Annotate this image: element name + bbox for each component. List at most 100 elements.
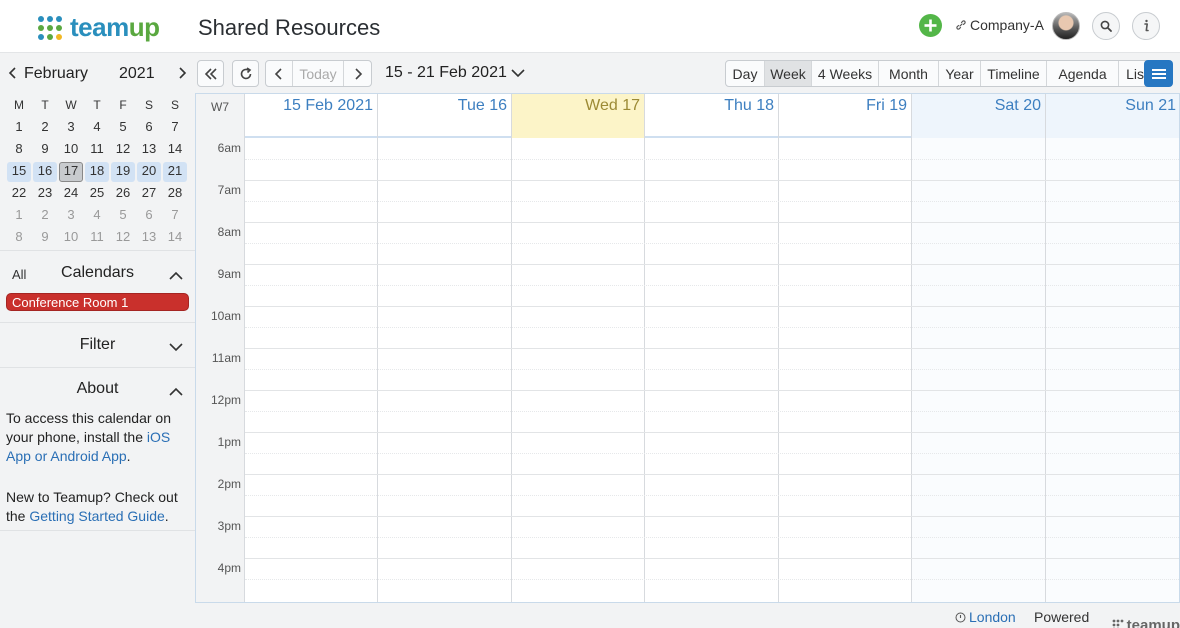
chevron-up-icon[interactable] [169,267,183,283]
half-hour-gridline [245,243,1179,244]
view-timeline-button[interactable]: Timeline [981,61,1047,86]
day-column[interactable] [378,138,512,602]
mini-day[interactable]: 14 [162,228,188,248]
day-header[interactable]: Thu 18 [645,94,779,138]
info-button[interactable] [1132,12,1160,40]
calendars-section-header[interactable]: All Calendars [0,258,195,288]
mini-day[interactable]: 19 [111,162,135,182]
mini-day[interactable]: 4 [84,118,110,138]
mini-day[interactable]: 26 [110,184,136,204]
search-icon [1100,20,1112,32]
hour-label: 1pm [217,435,241,449]
day-column[interactable] [779,138,912,602]
mini-day[interactable]: 10 [58,228,84,248]
view-day-button[interactable]: Day [726,61,765,86]
mini-day[interactable]: 9 [32,140,58,160]
day-column[interactable] [1046,138,1179,602]
mini-day[interactable]: 27 [136,184,162,204]
mini-day[interactable]: 12 [110,140,136,160]
view-week-button[interactable]: Week [765,61,812,86]
mini-day[interactable]: 23 [32,184,58,204]
mini-day[interactable]: 3 [58,118,84,138]
mini-day[interactable]: 9 [32,228,58,248]
view-month-button[interactable]: Month [879,61,939,86]
prev-month-button[interactable] [8,64,18,85]
powered-by[interactable]: Powered by teamup [1034,609,1180,628]
day-header[interactable]: Tue 16 [378,94,512,138]
mini-day[interactable]: 6 [136,206,162,226]
collapse-sidebar-button[interactable] [197,60,224,87]
day-header[interactable]: Sun 21 [1046,94,1179,138]
add-event-button[interactable] [919,14,942,37]
date-range-picker[interactable]: 15 - 21 Feb 2021 [385,64,525,82]
prev-period-button[interactable] [266,61,293,86]
mini-day[interactable]: 22 [6,184,32,204]
mini-day[interactable]: 14 [162,140,188,160]
user-avatar[interactable] [1052,12,1080,40]
teamup-logo[interactable]: teamup [38,12,160,43]
mini-day-today[interactable]: 17 [59,162,83,182]
mini-month-label[interactable]: February [24,65,88,83]
chevron-up-icon[interactable] [169,383,183,399]
search-button[interactable] [1092,12,1120,40]
day-column[interactable] [245,138,378,602]
day-header[interactable]: 15 Feb 2021 [245,94,378,138]
mini-day[interactable]: 24 [58,184,84,204]
day-header[interactable]: Fri 19 [779,94,912,138]
mini-day[interactable]: 18 [85,162,109,182]
mini-year-label[interactable]: 2021 [119,65,155,83]
mini-day[interactable]: 16 [33,162,57,182]
mini-day[interactable]: 25 [84,184,110,204]
mini-day[interactable]: 5 [110,118,136,138]
refresh-button[interactable] [232,60,259,87]
mini-day[interactable]: 20 [137,162,161,182]
mini-day[interactable]: 13 [136,140,162,160]
day-column[interactable] [512,138,645,602]
mini-day[interactable]: 15 [7,162,31,182]
mini-day[interactable]: 21 [163,162,187,182]
mini-day[interactable]: 3 [58,206,84,226]
timezone-link[interactable]: London [955,609,1016,625]
mini-day[interactable]: 12 [110,228,136,248]
mini-day[interactable]: 10 [58,140,84,160]
about-section-header[interactable]: About [0,374,195,404]
today-button[interactable]: Today [293,61,344,86]
day-column[interactable] [912,138,1046,602]
getting-started-link[interactable]: Getting Started Guide [29,508,164,524]
company-link[interactable]: Company-A [955,17,1044,33]
mini-day[interactable]: 1 [6,118,32,138]
mini-day[interactable]: 1 [6,206,32,226]
hour-gridline [245,390,1179,391]
next-month-button[interactable] [177,64,187,85]
view-year-button[interactable]: Year [939,61,981,86]
mini-day[interactable]: 11 [84,228,110,248]
mini-day[interactable]: 7 [162,118,188,138]
view-4-weeks-button[interactable]: 4 Weeks [812,61,879,86]
filter-section-header[interactable]: Filter [0,330,195,360]
about-text: To access this calendar on your phone, i… [6,409,186,526]
mini-day[interactable]: 8 [6,228,32,248]
mini-day[interactable]: 13 [136,228,162,248]
time-axis: 6am 7am 8am 9am 10am 11am 12pm 1pm 2pm 3pm 4pm [196,138,245,602]
day-column[interactable] [645,138,779,602]
mini-day[interactable]: 7 [162,206,188,226]
day-header[interactable]: Wed 17 [512,94,645,138]
mini-day[interactable]: 4 [84,206,110,226]
next-period-button[interactable] [344,61,371,86]
calendars-heading: Calendars [61,264,134,281]
mini-day[interactable]: 28 [162,184,188,204]
mini-day[interactable]: 5 [110,206,136,226]
mini-day[interactable]: 2 [32,206,58,226]
hour-gridline [245,306,1179,307]
calendar-item-conference-room-1[interactable]: Conference Room 1 [6,293,189,311]
mini-day[interactable]: 2 [32,118,58,138]
mini-day[interactable]: 8 [6,140,32,160]
view-agenda-button[interactable]: Agenda [1047,61,1119,86]
chevron-down-icon[interactable] [169,339,183,355]
mini-day[interactable]: 6 [136,118,162,138]
main-menu-button[interactable] [1144,60,1173,87]
mini-day[interactable]: 11 [84,140,110,160]
week-header-row: W7 15 Feb 2021 Tue 16 Wed 17 Thu 18 Fri 19 Sa… [196,94,1179,138]
day-header[interactable]: Sat 20 [912,94,1046,138]
hour-gridline [245,474,1179,475]
